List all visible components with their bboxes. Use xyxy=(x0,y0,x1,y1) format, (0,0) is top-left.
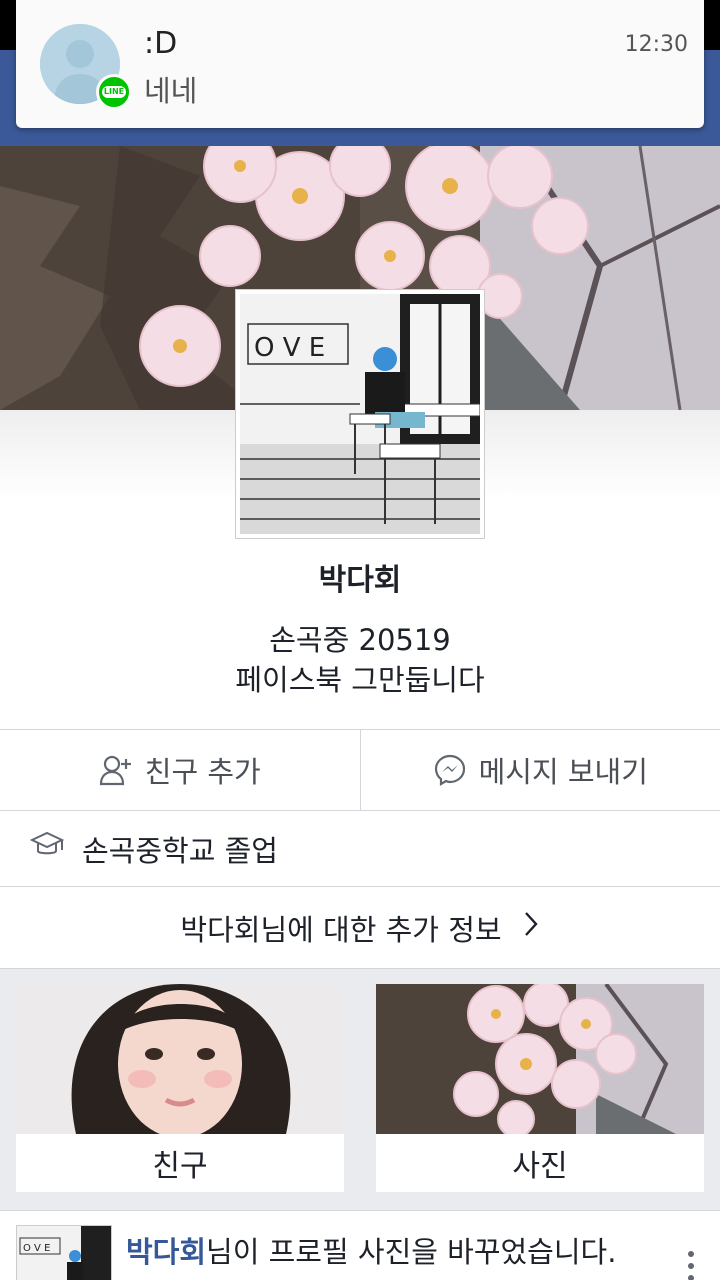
messenger-icon xyxy=(433,753,467,787)
more-info-row[interactable]: 박다회님에 대한 추가 정보 xyxy=(0,887,720,969)
svg-text:O V E: O V E xyxy=(254,333,325,363)
chevron-right-icon xyxy=(522,910,540,945)
profile-bio-line-2: 페이스북 그만둡니다 xyxy=(235,663,485,697)
svg-text:O V E: O V E xyxy=(23,1243,50,1254)
send-message-label: 메시지 보내기 xyxy=(478,755,648,789)
notification-time: 12:30 xyxy=(624,32,688,57)
add-friend-button[interactable]: 친구 추가 xyxy=(0,730,360,810)
notification-title: :D xyxy=(144,26,178,61)
post-message: 님이 프로필 사진을 바꾸었습니다. xyxy=(206,1235,617,1269)
send-message-button[interactable]: 메시지 보내기 xyxy=(359,730,720,810)
line-badge-text: LINE xyxy=(101,86,127,98)
graduation-cap-icon xyxy=(29,830,65,867)
photos-tile-label: 사진 xyxy=(512,1149,568,1184)
add-friend-icon xyxy=(99,753,133,787)
education-row[interactable]: 손곡중학교 졸업 xyxy=(0,811,720,887)
feed-post[interactable]: O V E 박다회님이 프로필 사진을 바꾸었습니다. xyxy=(0,1210,720,1280)
line-notification[interactable]: LINE :D 네네 12:30 xyxy=(16,0,704,128)
friends-tile-label: 친구 xyxy=(152,1149,208,1184)
post-author-link[interactable]: 박다회 xyxy=(126,1235,206,1269)
more-info-label: 박다회님에 대한 추가 정보 xyxy=(180,912,502,947)
profile-picture[interactable]: O V E xyxy=(236,290,484,538)
line-icon: LINE xyxy=(96,74,132,110)
photos-tile[interactable]: 사진 xyxy=(376,984,704,1192)
education-text: 손곡중학교 졸업 xyxy=(82,833,278,868)
profile-actions: 친구 추가 메시지 보내기 xyxy=(0,729,720,811)
friends-thumbnail xyxy=(16,984,344,1134)
facebook-profile-screen: O V E 박다회 손곡중 20519 페이스북 그만둡니다 친구 추가 메시지… xyxy=(0,0,720,1280)
post-thumbnail: O V E xyxy=(16,1225,112,1280)
add-friend-label: 친구 추가 xyxy=(144,755,261,789)
friends-tile[interactable]: 친구 xyxy=(16,984,344,1192)
post-text: 박다회님이 프로필 사진을 바꾸었습니다. xyxy=(126,1229,616,1271)
post-menu-icon[interactable] xyxy=(688,1251,696,1280)
notification-message: 네네 xyxy=(144,74,198,108)
photos-thumbnail xyxy=(376,984,704,1134)
profile-name: 박다회 xyxy=(318,563,402,598)
profile-bio-line-1: 손곡중 20519 xyxy=(269,623,451,657)
